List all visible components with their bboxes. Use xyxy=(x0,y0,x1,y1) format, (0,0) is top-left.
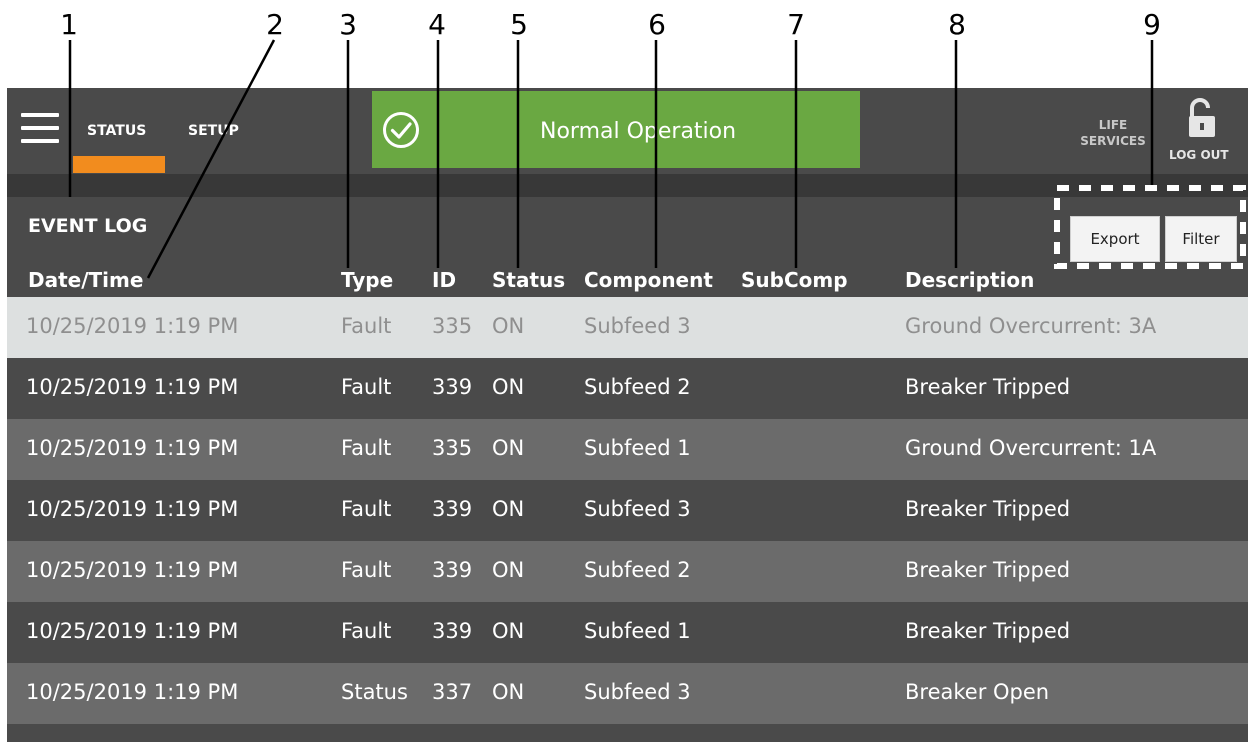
table-row[interactable]: 10/25/2019 1:19 PM Status 337 ON Subfeed… xyxy=(7,663,1248,724)
unlocked-lock-icon[interactable] xyxy=(1187,98,1217,138)
logout-button[interactable]: LOG OUT xyxy=(1169,148,1229,162)
callout-number: 1 xyxy=(60,8,78,41)
active-tab-indicator xyxy=(73,156,165,173)
table-row[interactable]: 10/25/2019 1:19 PM Fault 339 ON Subfeed … xyxy=(7,541,1248,602)
callout-number: 3 xyxy=(339,8,357,41)
status-banner: Normal Operation xyxy=(372,91,860,168)
event-log-title: EVENT LOG xyxy=(28,215,148,237)
cell-description: Ground Overcurrent: 3A xyxy=(905,314,1157,338)
cell-id: 339 xyxy=(432,375,473,399)
cell-description: Breaker Open xyxy=(905,680,1050,704)
status-banner-text: Normal Operation xyxy=(540,119,737,144)
cell-datetime: 10/25/2019 1:19 PM xyxy=(26,375,239,399)
callout-number: 9 xyxy=(1143,8,1161,41)
event-table-body: 10/25/2019 1:19 PM Fault 335 ON Subfeed … xyxy=(7,297,1248,724)
cell-status: ON xyxy=(492,619,525,643)
callout-number: 8 xyxy=(948,8,966,41)
callout-number: 6 xyxy=(648,8,666,41)
cell-datetime: 10/25/2019 1:19 PM xyxy=(26,314,239,338)
callout-number: 4 xyxy=(428,8,446,41)
cell-component: Subfeed 3 xyxy=(584,314,691,338)
cell-status: ON xyxy=(492,497,525,521)
top-bar: STATUS SETUP Normal Operation LIFE SERVI… xyxy=(7,88,1248,174)
column-header-subcomp[interactable]: SubComp xyxy=(741,268,848,292)
check-circle-icon xyxy=(383,112,419,148)
cell-status: ON xyxy=(492,558,525,582)
cell-description: Breaker Tripped xyxy=(905,375,1071,399)
table-row[interactable]: 10/25/2019 1:19 PM Fault 339 ON Subfeed … xyxy=(7,480,1248,541)
cell-type: Fault xyxy=(341,436,392,460)
column-header-type[interactable]: Type xyxy=(341,268,393,292)
table-row[interactable]: 10/25/2019 1:19 PM Fault 339 ON Subfeed … xyxy=(7,602,1248,663)
column-header-description[interactable]: Description xyxy=(905,268,1034,292)
export-button[interactable]: Export xyxy=(1070,216,1160,262)
cell-datetime: 10/25/2019 1:19 PM xyxy=(26,497,239,521)
cell-component: Subfeed 1 xyxy=(584,619,691,643)
callout-number: 7 xyxy=(787,8,805,41)
cell-description: Breaker Tripped xyxy=(905,558,1071,582)
cell-id: 339 xyxy=(432,497,473,521)
callout-number: 2 xyxy=(266,8,284,41)
cell-id: 335 xyxy=(432,436,473,460)
cell-type: Status xyxy=(341,680,408,704)
cell-datetime: 10/25/2019 1:19 PM xyxy=(26,619,239,643)
cell-component: Subfeed 2 xyxy=(584,375,691,399)
column-header-status[interactable]: Status xyxy=(492,268,565,292)
cell-datetime: 10/25/2019 1:19 PM xyxy=(26,680,239,704)
cell-type: Fault xyxy=(341,375,392,399)
cell-component: Subfeed 3 xyxy=(584,497,691,521)
tab-status[interactable]: STATUS xyxy=(87,123,146,139)
life-services-button[interactable]: LIFE SERVICES xyxy=(1073,117,1153,149)
cell-id: 335 xyxy=(432,314,473,338)
cell-type: Fault xyxy=(341,314,392,338)
column-header-id[interactable]: ID xyxy=(432,268,456,292)
cell-description: Breaker Tripped xyxy=(905,619,1071,643)
tab-setup[interactable]: SETUP xyxy=(188,123,239,139)
cell-component: Subfeed 2 xyxy=(584,558,691,582)
table-row[interactable]: 10/25/2019 1:19 PM Fault 335 ON Subfeed … xyxy=(7,419,1248,480)
cell-status: ON xyxy=(492,680,525,704)
cell-description: Ground Overcurrent: 1A xyxy=(905,436,1157,460)
menu-icon[interactable] xyxy=(21,113,59,143)
table-row[interactable]: 10/25/2019 1:19 PM Fault 339 ON Subfeed … xyxy=(7,358,1248,419)
header-divider xyxy=(7,174,1248,197)
callout-number: 5 xyxy=(510,8,528,41)
cell-description: Breaker Tripped xyxy=(905,497,1071,521)
cell-component: Subfeed 3 xyxy=(584,680,691,704)
cell-datetime: 10/25/2019 1:19 PM xyxy=(26,436,239,460)
event-log-panel: EVENT LOG Export Filter Date/Time Type I… xyxy=(7,197,1248,742)
cell-status: ON xyxy=(492,375,525,399)
cell-status: ON xyxy=(492,436,525,460)
cell-type: Fault xyxy=(341,497,392,521)
cell-id: 339 xyxy=(432,619,473,643)
device-screen: STATUS SETUP Normal Operation LIFE SERVI… xyxy=(7,88,1248,742)
table-row[interactable]: 10/25/2019 1:19 PM Fault 335 ON Subfeed … xyxy=(7,297,1248,358)
cell-type: Fault xyxy=(341,558,392,582)
cell-id: 339 xyxy=(432,558,473,582)
filter-button[interactable]: Filter xyxy=(1165,216,1237,262)
cell-status: ON xyxy=(492,314,525,338)
column-header-component[interactable]: Component xyxy=(584,268,713,292)
column-header-datetime[interactable]: Date/Time xyxy=(28,268,143,292)
cell-datetime: 10/25/2019 1:19 PM xyxy=(26,558,239,582)
cell-component: Subfeed 1 xyxy=(584,436,691,460)
cell-id: 337 xyxy=(432,680,473,704)
cell-type: Fault xyxy=(341,619,392,643)
